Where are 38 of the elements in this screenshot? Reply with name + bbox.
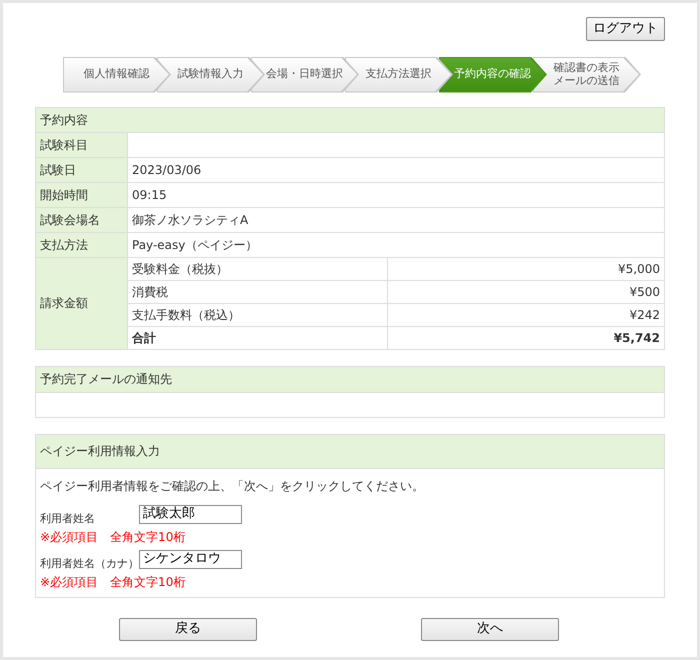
row-value: 御茶ノ水ソラシティA [128, 207, 664, 232]
step-label: 予約内容の確認 [454, 68, 531, 81]
step-label: メールの送信 [554, 74, 620, 88]
step-label: 試験情報入力 [178, 68, 244, 81]
row-value: 2023/03/06 [128, 157, 664, 182]
step-label: 確認書の表示 [554, 62, 620, 74]
section-header: ペイジー利用情報入力 [36, 434, 664, 468]
logout-button[interactable]: ログアウト [586, 17, 665, 40]
row-label: 支払方法 [36, 232, 128, 257]
row-label: 開始時間 [36, 182, 128, 207]
row-label: 試験会場名 [36, 207, 128, 232]
step-label: 支払方法選択 [366, 68, 432, 81]
row-value: 09:15 [128, 182, 664, 207]
step-label: 個人情報確認 [84, 68, 150, 81]
step-label: 会場・日時選択 [266, 68, 343, 81]
nav-button[interactable]: 次へ [421, 618, 559, 640]
field-label: 利用者姓名（カナ） [40, 556, 139, 572]
row-label: 試験科目 [36, 132, 128, 157]
nav-button[interactable]: 戻る [119, 618, 257, 640]
fee-name: 消費税 [128, 280, 388, 303]
row-value: Pay-easy（ペイジー） [128, 232, 664, 257]
row-label: 請求金額 [36, 257, 128, 349]
fee-amount: ¥242 [388, 303, 664, 326]
fee-amount: ¥500 [388, 280, 664, 303]
instruction-text: ペイジー利用者情報をご確認の上、「次へ」をクリックしてください。 [39, 478, 425, 494]
input-field[interactable]: シケンタロウ [139, 550, 242, 568]
row-label: 試験日 [36, 157, 128, 182]
fee-name: 受験料金（税抜） [128, 257, 388, 280]
fee-name: 支払手数料（税込） [128, 303, 388, 326]
fee-amount: ¥5,742 [388, 326, 664, 349]
section-header: 予約完了メールの通知先 [36, 366, 664, 392]
required-note: ※必須項目 全角文字10桁 [39, 528, 186, 546]
fee-amount: ¥5,000 [388, 257, 664, 280]
field-label: 利用者姓名 [40, 511, 96, 527]
required-note: ※必須項目 全角文字10桁 [39, 574, 186, 590]
fee-name: 合計 [128, 326, 388, 349]
input-field[interactable]: 試験太郎 [139, 504, 242, 524]
section-header: 予約内容 [36, 107, 664, 132]
